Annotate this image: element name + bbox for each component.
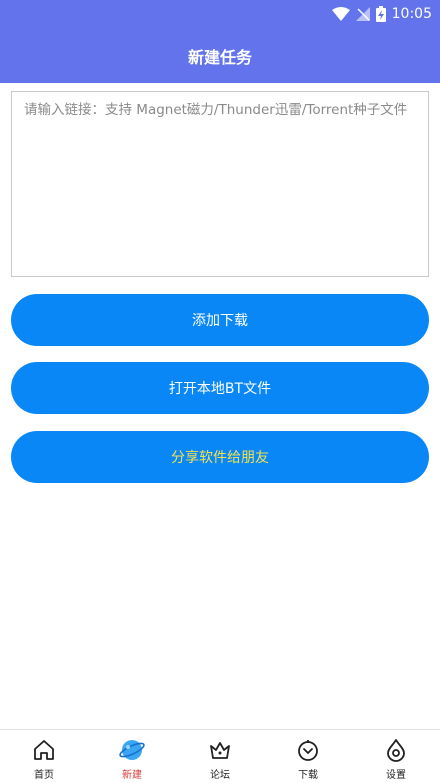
tab-label: 设置	[386, 770, 406, 781]
tab-forum[interactable]: 论坛	[176, 730, 264, 783]
share-app-button[interactable]: 分享软件给朋友	[11, 431, 429, 483]
bottom-tab-bar: 首页 新建 论坛 下载 设置	[0, 729, 440, 783]
tab-download[interactable]: 下载	[264, 730, 352, 783]
tab-label: 首页	[34, 770, 54, 781]
open-local-bt-button[interactable]: 打开本地BT文件	[11, 362, 429, 414]
battery-charging-icon	[375, 6, 386, 22]
wifi-icon	[331, 7, 350, 21]
planet-icon	[119, 737, 145, 763]
app-header: 10:05 新建任务	[0, 0, 440, 83]
home-icon	[31, 737, 57, 763]
tab-label: 新建	[122, 770, 142, 781]
tab-home[interactable]: 首页	[0, 730, 88, 783]
crown-icon	[207, 737, 233, 763]
link-input[interactable]	[11, 91, 429, 277]
tab-label: 下载	[298, 770, 318, 781]
page-title: 新建任务	[187, 48, 252, 67]
no-signal-icon	[355, 7, 370, 21]
settings-drop-icon	[383, 737, 409, 763]
tab-settings[interactable]: 设置	[352, 730, 440, 783]
status-time: 10:05	[391, 6, 432, 22]
download-face-icon	[295, 737, 321, 763]
tab-new[interactable]: 新建	[88, 730, 176, 783]
tab-label: 论坛	[210, 770, 230, 781]
status-bar: 10:05	[331, 4, 432, 24]
add-download-button[interactable]: 添加下载	[11, 294, 429, 346]
